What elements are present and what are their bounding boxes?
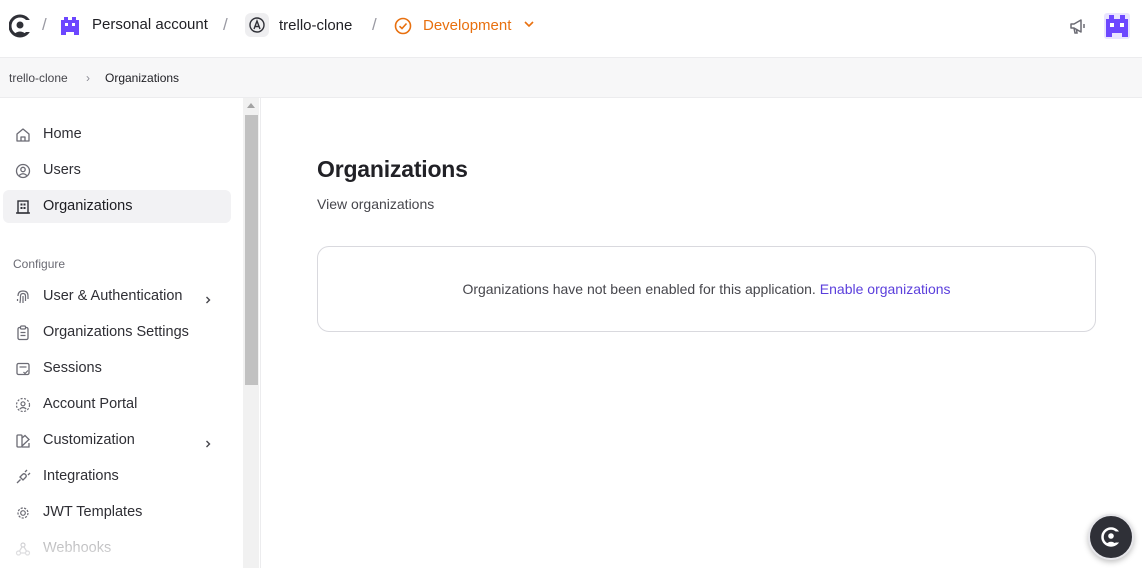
session-icon [15, 361, 31, 377]
building-icon [15, 199, 31, 215]
scroll-up-arrow-icon[interactable] [247, 103, 255, 108]
sidebar-item-organizations-settings[interactable]: Organizations Settings [3, 316, 231, 349]
sidebar-item-sessions[interactable]: Sessions [3, 352, 231, 385]
megaphone-icon[interactable] [1068, 16, 1088, 36]
plug-icon [15, 469, 31, 485]
sidebar-item-label: Organizations [43, 198, 133, 214]
chevron-down-icon[interactable] [523, 18, 535, 30]
user-avatar-icon[interactable] [1104, 13, 1130, 39]
palette-icon [15, 433, 31, 449]
sidebar-item-label: User & Authentication [43, 288, 183, 304]
sidebar-item-label: Customization [43, 432, 135, 448]
application-switcher[interactable]: trello-clone [279, 17, 352, 34]
page-title: Organizations [317, 156, 468, 182]
sidebar-item-customization[interactable]: Customization [3, 424, 231, 457]
sidebar-item-label: Organizations Settings [43, 324, 189, 340]
sidebar-section-configure: Configure [13, 257, 66, 271]
sidebar-item-label: Account Portal [43, 396, 138, 412]
sidebar-item-user-authentication[interactable]: User & Authentication [3, 280, 231, 313]
user-circle-icon [15, 163, 31, 179]
portal-icon [15, 397, 31, 413]
sidebar-scrollbar-thumb[interactable] [245, 115, 258, 385]
clerk-logo-icon[interactable] [9, 14, 31, 38]
workspace-switcher[interactable]: Personal account [92, 16, 208, 33]
organizations-disabled-notice: Organizations have not been enabled for … [317, 246, 1096, 332]
chevron-right-icon[interactable] [203, 292, 213, 304]
sidebar-item-organizations[interactable]: Organizations [3, 190, 231, 223]
sidebar-item-webhooks[interactable]: Webhooks [3, 532, 231, 565]
sidebar: Home Users Organizations Configure User … [0, 98, 261, 568]
clipboard-icon [15, 325, 31, 341]
application-icon[interactable] [245, 13, 269, 37]
breadcrumb: trello-clone › Organizations [0, 57, 1142, 98]
enable-organizations-link[interactable]: Enable organizations [820, 281, 951, 297]
sidebar-item-account-portal[interactable]: Account Portal [3, 388, 231, 421]
breadcrumb-separator: / [223, 15, 228, 34]
fingerprint-icon [15, 289, 31, 305]
breadcrumb-separator: / [372, 15, 377, 34]
sidebar-item-integrations[interactable]: Integrations [3, 460, 231, 493]
home-icon [15, 127, 31, 143]
webhook-icon [15, 541, 31, 557]
clerk-help-button[interactable] [1088, 514, 1134, 560]
environment-switcher[interactable]: Development [423, 17, 511, 34]
chevron-right-icon[interactable] [203, 436, 213, 448]
breadcrumb-separator: › [86, 71, 90, 85]
sidebar-item-label: Integrations [43, 468, 119, 484]
sidebar-item-home[interactable]: Home [3, 118, 231, 151]
sidebar-item-jwt-templates[interactable]: JWT Templates [3, 496, 231, 529]
breadcrumb-item-current: Organizations [105, 71, 180, 85]
workspace-avatar-icon[interactable] [61, 17, 79, 35]
sidebar-item-label: JWT Templates [43, 504, 143, 520]
sidebar-item-label: Users [43, 162, 81, 178]
top-bar: / Personal account / trello-clone / Deve… [0, 0, 1142, 57]
gear-icon [15, 505, 31, 521]
sidebar-item-label: Home [43, 126, 82, 142]
breadcrumb-item-app[interactable]: trello-clone [9, 71, 68, 85]
environment-check-icon [394, 17, 412, 35]
page-subtitle: View organizations [317, 196, 435, 212]
sidebar-item-label: Sessions [43, 360, 102, 376]
sidebar-item-users[interactable]: Users [3, 154, 231, 187]
breadcrumb-separator: / [42, 15, 47, 34]
notice-text: Organizations have not been enabled for … [462, 281, 816, 297]
clerk-logo-icon [1101, 527, 1121, 547]
sidebar-item-label: Webhooks [43, 540, 112, 556]
